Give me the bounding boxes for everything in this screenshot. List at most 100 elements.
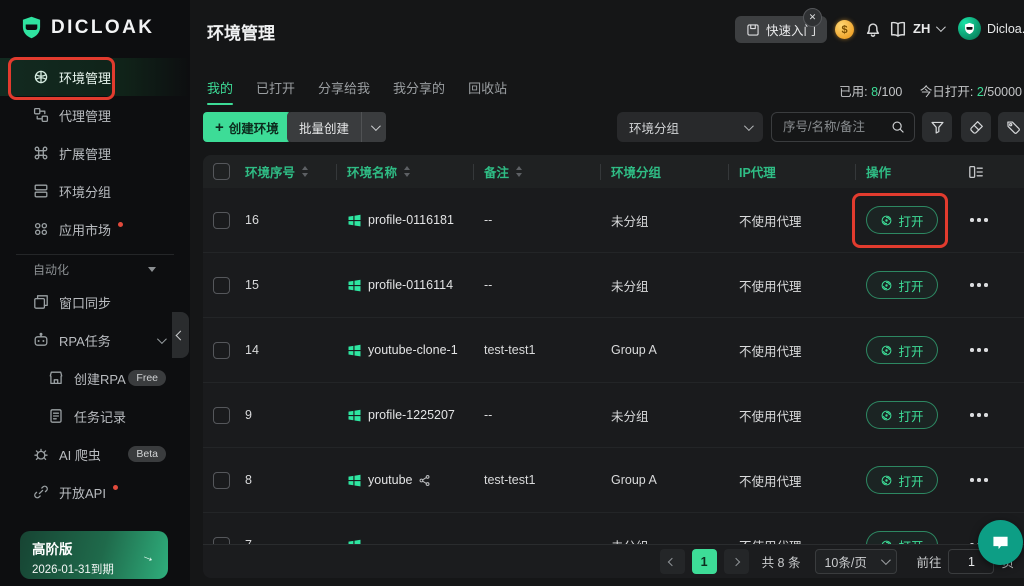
column-header[interactable]: 环境分组 xyxy=(601,162,729,181)
cell-remark: -- xyxy=(484,408,493,422)
more-actions-button[interactable] xyxy=(968,407,990,423)
cell-group: 未分组 xyxy=(611,409,649,424)
open-button[interactable]: 打开 xyxy=(866,531,938,544)
env-name[interactable]: profile-0116181 xyxy=(368,213,454,227)
column-header[interactable]: 环境序号 xyxy=(245,162,337,181)
search-icon[interactable] xyxy=(891,120,905,134)
group-icon xyxy=(33,183,49,199)
upgrade-card[interactable]: 高阶版 2026-01-31到期 → xyxy=(20,531,168,579)
env-name[interactable]: youtube xyxy=(368,473,412,487)
avatar[interactable] xyxy=(958,17,981,40)
row-checkbox[interactable] xyxy=(213,341,230,359)
sidebar-item-label: 环境分组 xyxy=(59,184,112,200)
row-checkbox[interactable] xyxy=(213,406,230,424)
batch-create-caret[interactable] xyxy=(361,112,386,142)
badge: Free xyxy=(128,370,166,386)
row-checkbox[interactable] xyxy=(213,276,230,294)
tab-4[interactable]: 回收站 xyxy=(468,78,507,105)
tab-0[interactable]: 我的 xyxy=(207,78,234,105)
open-button[interactable]: 打开 xyxy=(866,466,938,494)
open-button-label: 打开 xyxy=(898,536,923,545)
tab-1[interactable]: 已打开 xyxy=(256,78,295,105)
open-button[interactable]: 打开 xyxy=(866,206,938,234)
user-name[interactable]: Dicloa... xyxy=(987,22,1024,36)
windows-icon xyxy=(347,278,362,293)
chevron-down-icon xyxy=(743,120,754,131)
sidebar-collapse-handle[interactable] xyxy=(172,312,189,358)
row-checkbox[interactable] xyxy=(213,471,230,489)
sidebar-item-window-sync[interactable]: 窗口同步 xyxy=(0,283,190,321)
coin-icon[interactable] xyxy=(835,20,854,39)
row-checkbox[interactable] xyxy=(213,211,230,229)
page-size-select[interactable]: 10条/页 xyxy=(815,549,898,574)
table-body: 16 profile-0116181 -- 未分组 不使用代理 打开 15 profile-0… xyxy=(203,188,1024,544)
open-button-label: 打开 xyxy=(898,474,924,489)
chat-widget-button[interactable] xyxy=(978,520,1023,565)
batch-create-button[interactable]: 批量创建 xyxy=(287,112,387,142)
book-icon[interactable] xyxy=(889,20,907,38)
column-header[interactable]: 操作 xyxy=(856,162,960,181)
used-value: 8 xyxy=(871,85,879,99)
sidebar-item-ai-crawler[interactable]: AI 爬虫 Beta xyxy=(0,435,190,473)
section-label: 自动化 xyxy=(33,262,70,277)
prev-page-button[interactable] xyxy=(659,549,685,574)
sort-icon[interactable] xyxy=(404,166,411,177)
cell-group: 未分组 xyxy=(601,536,729,545)
sidebar-item-task-records[interactable]: 任务记录 xyxy=(0,397,190,435)
search-input[interactable] xyxy=(781,119,891,135)
chevron-down-icon xyxy=(148,266,156,272)
open-button-label: 打开 xyxy=(898,279,924,294)
quick-start-close-icon[interactable] xyxy=(803,8,822,27)
open-button-label: 打开 xyxy=(898,214,924,229)
tag-button[interactable] xyxy=(998,112,1024,142)
more-actions-button[interactable] xyxy=(968,342,990,358)
brand-logo[interactable]: DICLOAK xyxy=(19,15,154,40)
column-header[interactable]: IP代理 xyxy=(729,162,856,181)
more-actions-button[interactable] xyxy=(968,472,990,488)
sidebar-item-create-rpa[interactable]: 创建RPA Free xyxy=(0,359,190,397)
windows-icon xyxy=(347,473,362,488)
column-header[interactable]: 环境名称 xyxy=(337,162,474,181)
sort-icon[interactable] xyxy=(302,166,309,177)
more-actions-button[interactable] xyxy=(968,212,990,228)
language-selector[interactable]: ZH xyxy=(913,21,947,36)
sidebar-item-app-market[interactable]: 应用市场 xyxy=(0,210,190,248)
group-filter-select[interactable]: 环境分组 xyxy=(617,112,763,142)
open-button[interactable]: 打开 xyxy=(866,271,938,299)
sidebar-item-proxy-manage[interactable]: 代理管理 xyxy=(0,96,190,134)
env-name[interactable]: profile-0116114 xyxy=(368,278,453,292)
filter-button[interactable] xyxy=(922,112,952,142)
clean-button[interactable] xyxy=(961,112,991,142)
tab-2[interactable]: 分享给我 xyxy=(318,78,370,105)
chevron-down-icon xyxy=(156,333,167,344)
column-header[interactable]: 备注 xyxy=(474,162,601,181)
tab-3[interactable]: 我分享的 xyxy=(393,78,445,105)
current-page-button[interactable]: 1 xyxy=(691,549,717,574)
select-all-checkbox[interactable] xyxy=(213,163,230,180)
share-icon[interactable] xyxy=(418,474,431,487)
used-total: /100 xyxy=(878,85,903,99)
search-box xyxy=(771,112,915,142)
bell-icon[interactable] xyxy=(864,20,882,38)
sidebar-item-ext-manage[interactable]: 扩展管理 xyxy=(0,134,190,172)
table-header-row: 环境序号 环境名称 备注 环境分组 IP代理 操作 xyxy=(203,155,1024,188)
sidebar-item-label: 环境管理 xyxy=(59,70,112,86)
page-size-value: 10条/页 xyxy=(824,556,867,570)
more-actions-button[interactable] xyxy=(968,277,990,293)
open-button[interactable]: 打开 xyxy=(866,401,938,429)
next-page-button[interactable] xyxy=(723,549,749,574)
create-env-button[interactable]: 创建环境 xyxy=(203,112,291,142)
sidebar-section-automation[interactable]: 自动化 xyxy=(0,255,190,283)
columns-icon[interactable] xyxy=(968,164,984,180)
sidebar-item-env-manage[interactable]: 环境管理 xyxy=(0,58,190,96)
store-icon xyxy=(48,370,64,386)
open-button[interactable]: 打开 xyxy=(866,336,938,364)
env-name[interactable]: profile-1225207 xyxy=(368,408,455,422)
sidebar-item-rpa-tasks[interactable]: RPA任务 xyxy=(0,321,190,359)
sidebar-item-open-api[interactable]: 开放API xyxy=(0,473,190,511)
row-checkbox[interactable] xyxy=(213,536,230,544)
opened-total: /50000 xyxy=(983,85,1022,99)
env-name[interactable]: youtube-clone-1 xyxy=(368,343,458,357)
sort-icon[interactable] xyxy=(516,166,523,177)
sidebar-item-env-group[interactable]: 环境分组 xyxy=(0,172,190,210)
